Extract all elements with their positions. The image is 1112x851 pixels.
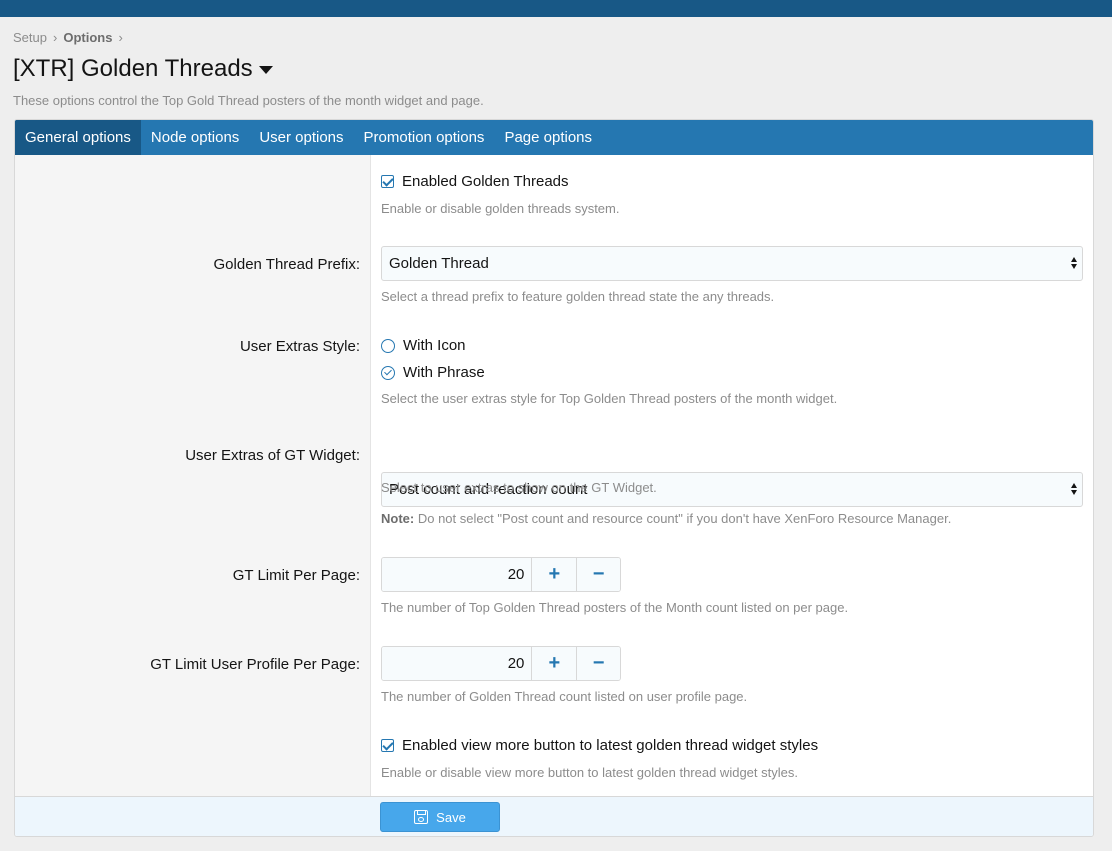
view-more-checkbox[interactable]	[381, 739, 394, 752]
radio-with-icon-circle[interactable]	[381, 338, 395, 353]
breadcrumb-item-setup[interactable]: Setup	[13, 30, 47, 45]
save-icon	[414, 810, 429, 824]
tab-node-options[interactable]: Node options	[141, 120, 249, 155]
tab-general-options[interactable]: General options	[15, 120, 141, 155]
radio-with-phrase-label: With Phrase	[403, 364, 485, 381]
breadcrumb-separator-icon: ›	[118, 30, 123, 45]
golden-thread-prefix-select[interactable]: Golden Thread	[381, 246, 1083, 281]
gt-limit-profile-hint: The number of Golden Thread count listed…	[381, 689, 748, 704]
form-footer: Save	[15, 796, 1093, 836]
gt-limit-per-page-hint: The number of Top Golden Thread posters …	[381, 600, 849, 615]
enabled-golden-threads-label: Enabled Golden Threads	[402, 173, 569, 190]
radio-with-icon-label: With Icon	[403, 337, 466, 354]
golden-thread-prefix-value: Golden Thread	[389, 255, 489, 272]
view-more-label: Enabled view more button to latest golde…	[402, 737, 819, 754]
save-button[interactable]: Save	[380, 802, 500, 832]
gt-limit-per-page-stepper: 20 + −	[381, 557, 621, 592]
page-title-text: [XTR] Golden Threads	[13, 55, 253, 82]
select-arrows-icon	[1071, 257, 1077, 269]
note-label: Note:	[381, 511, 415, 526]
save-button-label: Save	[436, 809, 466, 825]
tab-user-options[interactable]: User options	[249, 120, 353, 155]
tab-bar: General options Node options User option…	[15, 120, 1093, 155]
options-block: General options Node options User option…	[14, 119, 1094, 837]
user-extras-widget-label: User Extras of GT Widget:	[185, 447, 360, 464]
breadcrumb-item-options[interactable]: Options	[63, 30, 112, 45]
enabled-golden-threads-option[interactable]: Enabled Golden Threads	[381, 173, 569, 190]
increment-icon[interactable]: +	[532, 558, 577, 591]
note-text: Do not select "Post count and resource c…	[417, 511, 952, 526]
enabled-golden-threads-checkbox[interactable]	[381, 175, 394, 188]
radio-with-phrase-circle[interactable]	[381, 365, 395, 380]
golden-thread-prefix-label: Golden Thread Prefix:	[213, 256, 360, 273]
decrement-icon[interactable]: −	[576, 558, 620, 591]
tab-promotion-options[interactable]: Promotion options	[354, 120, 495, 155]
tab-page-options[interactable]: Page options	[494, 120, 602, 155]
user-extras-widget-hint: Select to user extras to show on the GT …	[381, 480, 657, 495]
increment-icon[interactable]: +	[532, 647, 577, 680]
gt-limit-per-page-label: GT Limit Per Page:	[232, 567, 360, 584]
breadcrumb: Setup › Options ›	[13, 30, 123, 45]
gt-limit-per-page-input[interactable]: 20	[382, 558, 533, 591]
select-arrows-icon	[1071, 483, 1077, 495]
top-bar	[0, 0, 1112, 17]
user-extras-style-label: User Extras Style:	[239, 338, 360, 355]
page-description: These options control the Top Gold Threa…	[13, 93, 484, 108]
gt-limit-profile-stepper: 20 + −	[381, 646, 621, 681]
page-title[interactable]: [XTR] Golden Threads	[13, 55, 273, 83]
gt-limit-profile-input[interactable]: 20	[382, 647, 533, 680]
radio-with-phrase[interactable]: With Phrase	[381, 364, 485, 381]
view-more-hint: Enable or disable view more button to la…	[381, 765, 798, 780]
user-extras-style-hint: Select the user extras style for Top Gol…	[381, 391, 838, 406]
radio-with-icon[interactable]: With Icon	[381, 337, 466, 354]
breadcrumb-separator-icon: ›	[52, 30, 58, 45]
user-extras-widget-note: Note: Do not select "Post count and reso…	[381, 511, 951, 526]
decrement-icon[interactable]: −	[576, 647, 620, 680]
options-form: Enabled Golden Threads Enable or disable…	[15, 155, 1093, 796]
caret-down-icon[interactable]	[258, 66, 273, 74]
view-more-option[interactable]: Enabled view more button to latest golde…	[381, 737, 818, 754]
enabled-golden-threads-hint: Enable or disable golden threads system.	[381, 201, 620, 216]
golden-thread-prefix-hint: Select a thread prefix to feature golden…	[381, 289, 775, 304]
label-column	[15, 155, 371, 796]
gt-limit-profile-label: GT Limit User Profile Per Page:	[150, 656, 360, 673]
